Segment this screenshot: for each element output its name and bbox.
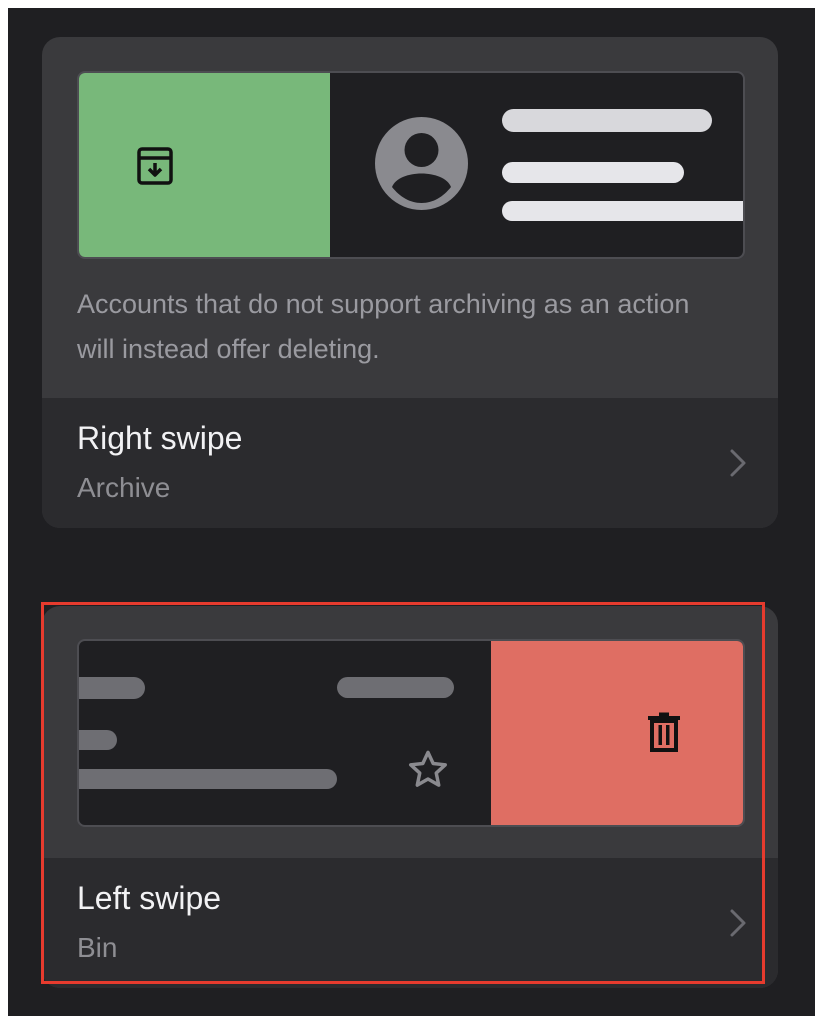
email-line-4 — [337, 677, 454, 698]
email-line-3 — [79, 769, 337, 789]
left-swipe-value: Bin — [77, 932, 118, 963]
left-swipe-preview — [77, 639, 745, 827]
right-swipe-setting[interactable]: Right swipe Archive — [42, 398, 778, 528]
email-line-1 — [79, 677, 145, 699]
star-icon — [409, 750, 447, 787]
email-line-2 — [79, 730, 117, 750]
right-swipe-value: Archive — [77, 472, 171, 503]
email-line-3 — [502, 201, 743, 221]
email-line-2 — [502, 162, 684, 183]
chevron-right-icon — [730, 909, 746, 937]
chevron-right-icon — [730, 449, 746, 477]
archive-support-note: Accounts that do not support archiving a… — [77, 289, 690, 364]
right-swipe-title: Right swipe — [77, 420, 243, 456]
avatar-icon — [375, 117, 468, 210]
left-swipe-title: Left swipe — [77, 880, 222, 916]
archive-icon — [137, 147, 173, 185]
archive-action-zone — [79, 73, 330, 257]
right-swipe-preview — [77, 71, 745, 259]
email-line-1 — [502, 109, 712, 132]
trash-icon — [648, 712, 680, 752]
delete-action-zone — [491, 641, 743, 825]
left-swipe-setting[interactable]: Left swipe Bin — [42, 858, 778, 988]
